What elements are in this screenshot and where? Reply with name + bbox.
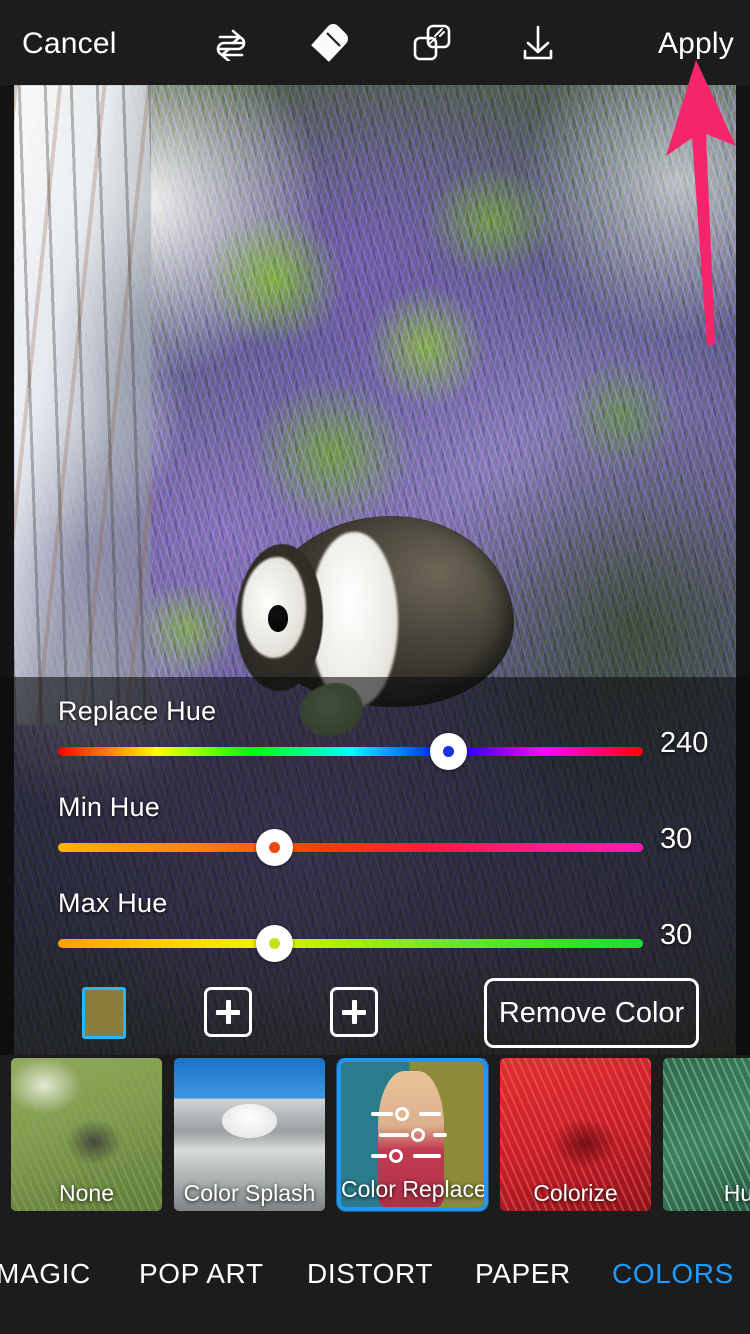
slider-thumb-replace-hue[interactable] [430, 733, 468, 770]
slider-track[interactable] [58, 747, 643, 756]
redo-icon[interactable] [205, 18, 257, 68]
slider-thumb-min-hue[interactable] [256, 829, 294, 866]
slider-value-min-hue: 30 [660, 823, 693, 855]
slider-replace-hue[interactable] [58, 733, 643, 770]
slider-label-replace-hue: Replace Hue [58, 696, 217, 726]
slider-thumb-dot [269, 938, 281, 949]
filter-label: Colorize [533, 1180, 618, 1206]
slider-label-max-hue: Max Hue [58, 888, 168, 918]
color-selection-row: Remove Color [0, 978, 750, 1048]
filter-thumb-none[interactable]: None [11, 1058, 162, 1211]
plus-icon [225, 1000, 231, 1024]
tab-distort[interactable]: DISTORT [307, 1258, 433, 1290]
apply-button[interactable]: Apply [658, 27, 734, 61]
slider-value-replace-hue: 240 [660, 727, 709, 759]
filter-thumb-color-replace[interactable]: Color Replace [337, 1058, 488, 1211]
tab-colors[interactable]: COLORS [612, 1258, 734, 1290]
slider-track[interactable] [58, 939, 643, 948]
tab-pop-art[interactable]: POP ART [139, 1258, 264, 1290]
tab-paper[interactable]: PAPER [475, 1258, 571, 1290]
add-color-button-2[interactable] [330, 987, 378, 1037]
photo-editor-screen: Cancel Apply Replace Hue 240 Min Hue 30 … [0, 0, 750, 1334]
filter-thumb-color-splash[interactable]: Color Splash [174, 1058, 325, 1211]
photo-birch-marks [14, 85, 152, 726]
filter-label: None [59, 1180, 114, 1206]
filter-label: Color Splash [183, 1180, 316, 1206]
slider-track[interactable] [58, 843, 643, 852]
cancel-button[interactable]: Cancel [22, 27, 117, 61]
slider-label-min-hue: Min Hue [58, 792, 160, 822]
slider-thumb-dot [269, 842, 281, 853]
filter-label: Hu [723, 1180, 750, 1206]
filter-thumb-hue[interactable]: Hu [663, 1058, 750, 1211]
add-color-button-1[interactable] [204, 987, 252, 1037]
save-icon[interactable] [512, 18, 564, 68]
mask-icon[interactable] [406, 18, 458, 68]
slider-min-hue[interactable] [58, 829, 643, 866]
filter-label: Color Replace [341, 1176, 487, 1202]
slider-value-max-hue: 30 [660, 919, 693, 951]
eraser-icon[interactable] [303, 18, 355, 68]
plus-icon [351, 1000, 357, 1024]
slider-max-hue[interactable] [58, 925, 643, 962]
filter-thumbnail-strip[interactable]: None Color Splash Color Replace Colorize… [0, 1058, 750, 1214]
tab-magic[interactable]: MAGIC [0, 1258, 91, 1290]
top-toolbar: Cancel Apply [0, 0, 750, 85]
selected-color-swatch[interactable] [82, 987, 126, 1039]
slider-thumb-dot [443, 746, 455, 757]
slider-thumb-max-hue[interactable] [256, 925, 294, 962]
hue-controls-panel: Replace Hue 240 Min Hue 30 Max Hue 30 Re… [0, 680, 750, 1055]
remove-color-button[interactable]: Remove Color [484, 978, 699, 1048]
sliders-icon [370, 1100, 455, 1170]
category-tab-bar[interactable]: MAGIC POP ART DISTORT PAPER COLORS [0, 1214, 750, 1334]
filter-thumb-colorize[interactable]: Colorize [500, 1058, 651, 1211]
